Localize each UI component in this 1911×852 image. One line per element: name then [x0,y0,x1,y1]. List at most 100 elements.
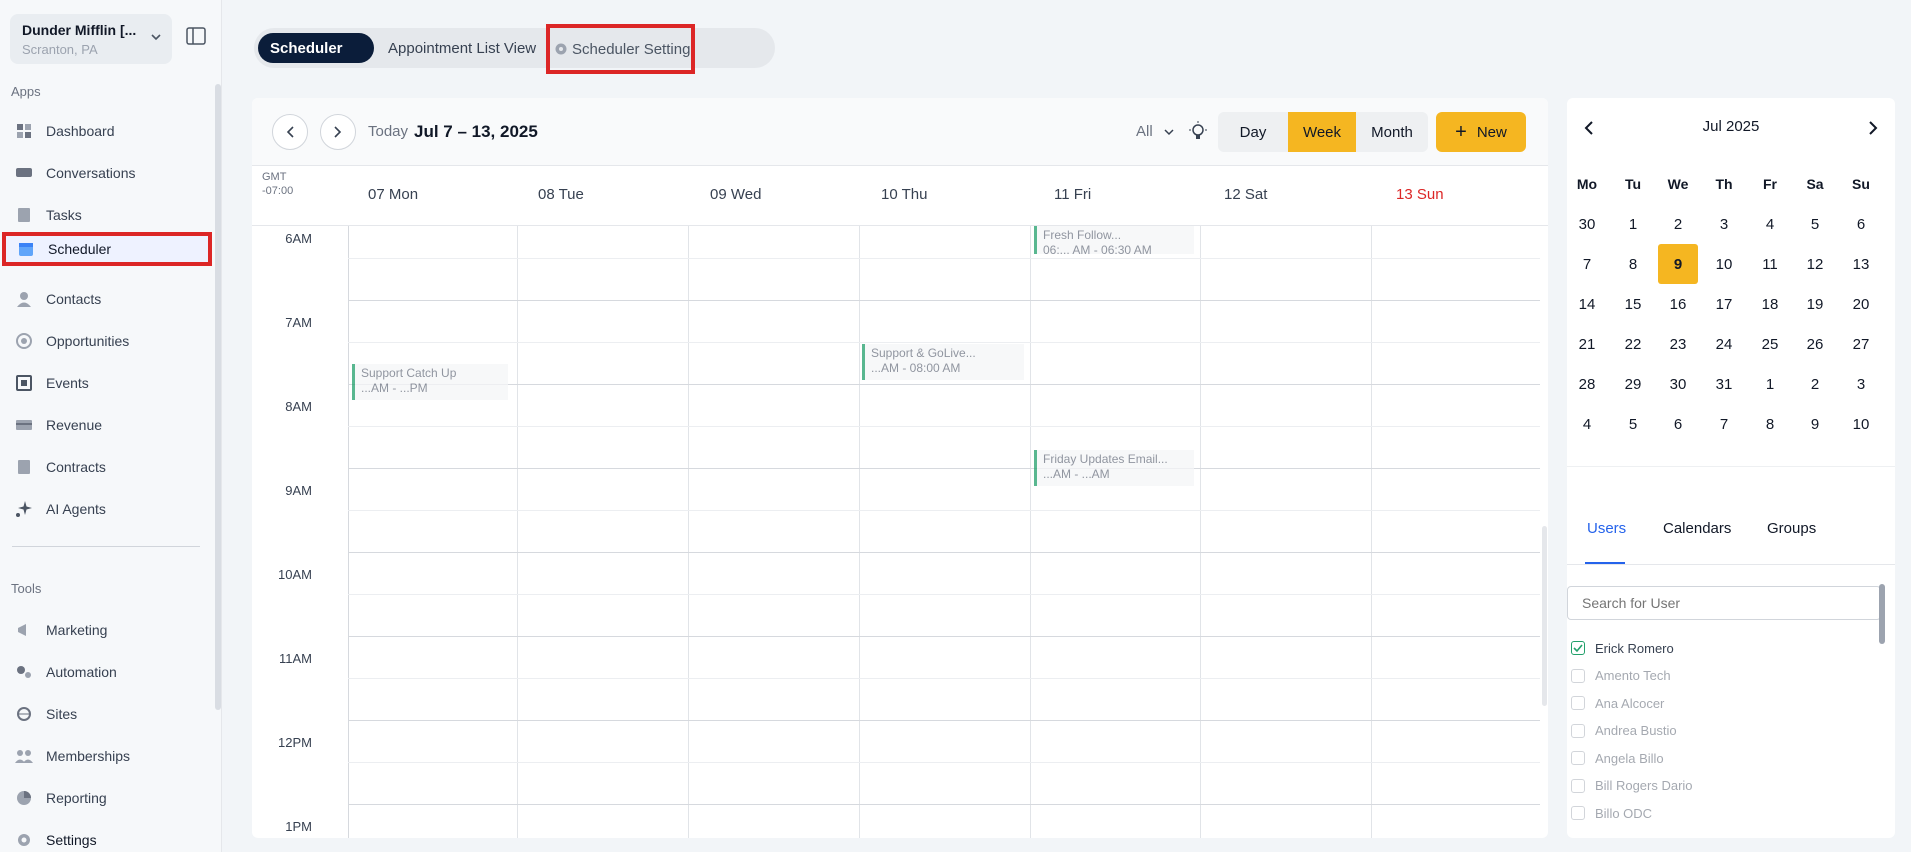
mini-calendar-day[interactable]: 6 [1841,204,1881,244]
sidebar-item-memberships[interactable]: Memberships [14,739,210,773]
mini-calendar-day[interactable]: 22 [1613,324,1653,364]
tab-scheduler[interactable]: Scheduler [258,33,374,63]
mini-calendar-day[interactable]: 2 [1658,204,1698,244]
mini-calendar-day[interactable]: 27 [1841,324,1881,364]
day-header-wed[interactable]: 09 Wed [710,186,761,203]
sidebar-item-automation[interactable]: Automation [14,655,210,689]
day-header-fri[interactable]: 11 Fri [1054,186,1091,203]
sidebar-item-dashboard[interactable]: Dashboard [14,114,210,148]
sidebar-item-revenue[interactable]: Revenue [14,408,210,442]
lightbulb-icon[interactable] [1187,120,1209,142]
tab-groups[interactable]: Groups [1767,520,1816,537]
new-appointment-button[interactable]: + New [1436,112,1526,152]
grid-scrollbar[interactable] [1542,526,1547,706]
user-search-input[interactable] [1567,586,1881,620]
mini-calendar-day[interactable]: 2 [1795,364,1835,404]
mini-calendar-day[interactable]: 7 [1567,244,1607,284]
mini-calendar-day[interactable]: 8 [1750,404,1790,444]
user-row[interactable]: Amento Tech [1571,666,1671,686]
mini-calendar-day[interactable]: 1 [1750,364,1790,404]
mini-calendar-day[interactable]: 17 [1704,284,1744,324]
day-header-sat[interactable]: 12 Sat [1224,186,1267,203]
tab-appointment-list-view[interactable]: Appointment List View [388,33,536,63]
mini-calendar-day[interactable]: 30 [1567,204,1607,244]
mini-calendar-day[interactable]: 12 [1795,244,1835,284]
sidebar-item-reporting[interactable]: Reporting [14,781,210,815]
mini-calendar-day[interactable]: 18 [1750,284,1790,324]
sidebar-item-opportunities[interactable]: Opportunities [14,324,210,358]
mini-calendar-day[interactable]: 9 [1658,244,1698,284]
mini-calendar-day[interactable]: 25 [1750,324,1790,364]
mini-calendar-day[interactable]: 3 [1704,204,1744,244]
month-view-button[interactable]: Month [1356,112,1428,152]
mini-calendar-day[interactable]: 6 [1658,404,1698,444]
next-week-button[interactable] [320,114,356,150]
mini-calendar-day[interactable]: 30 [1658,364,1698,404]
sidebar-item-contracts[interactable]: Contracts [14,450,210,484]
day-header-sun[interactable]: 13 Sun [1396,186,1444,203]
mini-calendar-day[interactable]: 5 [1795,204,1835,244]
time-grid[interactable]: 6AM 7AM 8AM 9AM 10AM 11AM 12PM 1PM Suppo… [252,226,1548,838]
checkbox-checked-icon[interactable] [1571,641,1585,655]
mini-calendar-day[interactable]: 3 [1841,364,1881,404]
user-row[interactable]: Angela Billo [1571,748,1664,768]
mini-calendar-day[interactable]: 5 [1613,404,1653,444]
checkbox-icon[interactable] [1571,778,1585,793]
tab-calendars[interactable]: Calendars [1663,520,1731,537]
mini-calendar-day[interactable]: 23 [1658,324,1698,364]
mini-calendar-day[interactable]: 19 [1795,284,1835,324]
mini-calendar-day[interactable]: 16 [1658,284,1698,324]
sidebar-item-sites[interactable]: Sites [14,697,210,731]
appointment-event[interactable]: Friday Updates Email... ...AM - ...AM [1034,450,1194,486]
chevron-right-icon[interactable] [1865,120,1881,136]
user-row[interactable]: Bill Rogers Dario [1571,776,1693,796]
sidebar-item-scheduler[interactable]: Scheduler [2,232,212,266]
mini-calendar-day[interactable]: 21 [1567,324,1607,364]
checkbox-icon[interactable] [1571,696,1585,710]
sidebar-item-settings[interactable]: Settings [14,823,210,852]
week-view-button[interactable]: Week [1288,112,1356,152]
day-header-tue[interactable]: 08 Tue [538,186,584,203]
sidebar-toggle-icon[interactable] [185,26,207,46]
mini-calendar-day[interactable]: 10 [1841,404,1881,444]
appointment-event[interactable]: Fresh Follow... 06:... AM - 06:30 AM [1034,226,1194,254]
mini-calendar-day[interactable]: 7 [1704,404,1744,444]
user-list-scrollbar[interactable] [1879,584,1885,644]
mini-calendar-day[interactable]: 15 [1613,284,1653,324]
checkbox-icon[interactable] [1571,668,1585,683]
day-header-mon[interactable]: 07 Mon [368,186,418,203]
checkbox-icon[interactable] [1571,806,1585,820]
sidebar-scrollbar[interactable] [215,84,221,710]
sidebar-item-conversations[interactable]: Conversations [14,156,210,190]
filter-select[interactable]: All [1136,123,1175,140]
checkbox-icon[interactable] [1571,723,1585,738]
mini-calendar-day[interactable]: 4 [1750,204,1790,244]
user-row[interactable]: Andrea Bustio [1571,721,1677,741]
mini-calendar-day[interactable]: 4 [1567,404,1607,444]
day-view-button[interactable]: Day [1218,112,1288,152]
sidebar-item-tasks[interactable]: Tasks [14,198,210,232]
mini-calendar-day[interactable]: 20 [1841,284,1881,324]
mini-calendar-day[interactable]: 11 [1750,244,1790,284]
checkbox-icon[interactable] [1571,751,1585,765]
sidebar-item-events[interactable]: Events [14,366,210,400]
mini-calendar-day[interactable]: 29 [1613,364,1653,404]
mini-calendar-day[interactable]: 14 [1567,284,1607,324]
appointment-event[interactable]: Support & GoLive... ...AM - 08:00 AM [862,344,1024,380]
sidebar-item-contacts[interactable]: Contacts [14,282,210,316]
sidebar-item-marketing[interactable]: Marketing [14,613,210,647]
tab-scheduler-setting[interactable]: Scheduler Setting [546,24,695,74]
mini-calendar-day[interactable]: 8 [1613,244,1653,284]
user-row[interactable]: Erick Romero [1571,638,1674,658]
mini-calendar-day[interactable]: 1 [1613,204,1653,244]
mini-calendar-day[interactable]: 9 [1795,404,1835,444]
tab-users[interactable]: Users [1587,520,1626,537]
today-button[interactable]: Today [368,123,408,140]
appointment-event[interactable]: Support Catch Up ...AM - ...PM [352,364,508,400]
day-header-thu[interactable]: 10 Thu [881,186,927,203]
sidebar-item-ai-agents[interactable]: AI Agents [14,492,210,526]
account-switcher[interactable]: Dunder Mifflin [... Scranton, PA [10,14,172,64]
user-row[interactable]: Billo ODC [1571,803,1652,823]
mini-calendar-day[interactable]: 31 [1704,364,1744,404]
mini-calendar-day[interactable]: 28 [1567,364,1607,404]
